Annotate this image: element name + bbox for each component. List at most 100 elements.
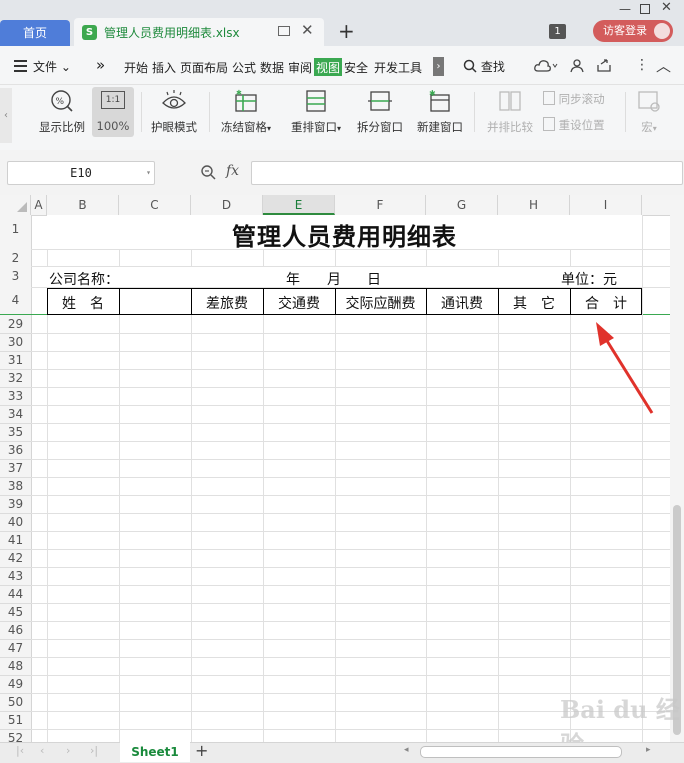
menu-tab-review[interactable]: 审阅 <box>288 59 312 76</box>
row-header[interactable]: 4 <box>0 293 31 307</box>
ribbon-scroll-left-icon[interactable]: ‹ <box>0 88 12 143</box>
menu-tab-insert[interactable]: 插入 <box>152 59 176 76</box>
header-cell[interactable]: 通讯费 <box>426 293 498 313</box>
maximize-icon[interactable] <box>640 4 650 14</box>
row-header[interactable]: 46 <box>0 623 31 637</box>
column-header[interactable]: F <box>335 195 426 215</box>
formula-input[interactable] <box>251 161 683 185</box>
row-header[interactable]: 1 <box>0 222 31 236</box>
new-tab-button[interactable]: + <box>338 19 355 43</box>
share-user-icon[interactable] <box>570 58 585 77</box>
header-cell[interactable]: 交际应酬费 <box>335 293 426 313</box>
row-header[interactable]: 48 <box>0 659 31 673</box>
split-window-button[interactable]: 拆分窗口 <box>352 89 408 135</box>
add-sheet-button[interactable]: + <box>195 741 208 760</box>
column-header[interactable]: G <box>426 195 498 215</box>
sheet-nav-first-icon[interactable]: |‹ <box>16 744 24 757</box>
close-window-icon[interactable]: ✕ <box>661 0 672 15</box>
column-header[interactable]: C <box>119 195 191 215</box>
row-header[interactable]: 44 <box>0 587 31 601</box>
row-header[interactable]: 47 <box>0 641 31 655</box>
row-header[interactable]: 32 <box>0 371 31 385</box>
header-cell[interactable]: 差旅费 <box>191 293 263 313</box>
freeze-panes-button[interactable]: ✱ 冻结窗格▾ <box>216 89 276 135</box>
menu-tab-data[interactable]: 数据 <box>260 59 284 76</box>
row-header[interactable]: 38 <box>0 479 31 493</box>
menu-tab-developer[interactable]: 开发工具 <box>374 59 422 76</box>
file-menu[interactable]: 文件 ⌄ <box>33 58 71 75</box>
row-header[interactable]: 30 <box>0 335 31 349</box>
rearrange-windows-button[interactable]: 重排窗口▾ <box>286 89 346 135</box>
row-header[interactable]: 49 <box>0 677 31 691</box>
row-header[interactable]: 45 <box>0 605 31 619</box>
row-header[interactable]: 36 <box>0 443 31 457</box>
row-header[interactable]: 2 <box>0 251 31 265</box>
eye-mode-button[interactable]: 护眼模式 <box>148 89 200 135</box>
row-header[interactable]: 31 <box>0 353 31 367</box>
select-all-corner[interactable] <box>0 195 31 215</box>
search-button[interactable]: 查找 <box>463 58 505 75</box>
insert-function-icon[interactable]: fx <box>226 163 239 179</box>
document-tab[interactable]: S 管理人员费用明细表.xlsx ✕ <box>74 18 324 46</box>
tab-count-badge[interactable]: 1 <box>549 24 566 39</box>
column-header-selected[interactable]: E <box>263 195 335 215</box>
macro-button[interactable]: 宏▾ <box>632 89 666 135</box>
menu-tab-security[interactable]: 安全 <box>344 59 368 76</box>
sheet-nav-next-icon[interactable]: › <box>66 744 70 757</box>
row-header[interactable]: 3 <box>0 269 31 283</box>
chevron-down-icon[interactable]: ▾ <box>146 162 151 184</box>
column-header[interactable]: I <box>570 195 642 215</box>
scroll-right-icon[interactable]: › <box>433 57 444 76</box>
menu-tab-start[interactable]: 开始 <box>124 59 148 76</box>
column-header[interactable]: H <box>498 195 570 215</box>
guest-login-button[interactable]: 访客登录 <box>593 20 673 42</box>
close-tab-icon[interactable]: ✕ <box>301 21 314 39</box>
column-header[interactable]: D <box>191 195 263 215</box>
column-header[interactable]: B <box>47 195 119 215</box>
company-row-cell[interactable] <box>47 267 642 287</box>
hscroll-left-icon[interactable]: ◂ <box>404 745 409 755</box>
hscroll-right-icon[interactable]: ▸ <box>646 745 651 755</box>
horizontal-scroll-thumb[interactable] <box>420 746 622 758</box>
collapse-ribbon-icon[interactable]: ︿ <box>656 55 671 76</box>
sheet-nav-last-icon[interactable]: ›| <box>90 744 98 757</box>
new-window-button[interactable]: ✱ 新建窗口 <box>412 89 468 135</box>
menu-tab-view[interactable]: 视图 <box>316 59 340 76</box>
row-header[interactable]: 41 <box>0 533 31 547</box>
column-header[interactable]: A <box>31 195 47 215</box>
side-by-side-button[interactable]: 并排比较 <box>482 89 538 135</box>
name-box[interactable]: E10 ▾ <box>7 161 155 185</box>
row-header[interactable]: 37 <box>0 461 31 475</box>
row-header[interactable]: 33 <box>0 389 31 403</box>
row-header[interactable]: 43 <box>0 569 31 583</box>
sync-scroll-button[interactable]: 同步滚动 <box>543 91 605 107</box>
dropdown-caret-icon: ▾ <box>336 124 341 133</box>
header-cell[interactable]: 其 它 <box>498 293 570 313</box>
export-share-icon[interactable] <box>596 58 612 77</box>
cloud-sync-icon[interactable] <box>534 58 558 78</box>
zoom-formula-icon[interactable] <box>200 164 216 184</box>
header-cell[interactable]: 姓 名 <box>47 293 119 313</box>
row-header[interactable]: 29 <box>0 317 31 331</box>
dock-window-icon[interactable] <box>278 26 290 36</box>
header-cell[interactable]: 合 计 <box>570 293 642 313</box>
more-menus-icon[interactable]: » <box>96 56 105 74</box>
menu-tab-page-layout[interactable]: 页面布局 <box>180 59 228 76</box>
row-header[interactable]: 51 <box>0 713 31 727</box>
header-cell[interactable]: 交通费 <box>263 293 335 313</box>
menu-tab-formula[interactable]: 公式 <box>232 59 256 76</box>
sheet-nav-prev-icon[interactable]: ‹ <box>40 744 44 757</box>
row-header[interactable]: 50 <box>0 695 31 709</box>
display-ratio-button[interactable]: % 显示比例 <box>36 89 88 135</box>
row-header[interactable]: 40 <box>0 515 31 529</box>
reset-position-button[interactable]: 重设位置 <box>543 117 605 133</box>
row-header[interactable]: 35 <box>0 425 31 439</box>
home-tab[interactable]: 首页 <box>0 20 70 46</box>
hamburger-icon[interactable] <box>14 60 27 72</box>
row-header[interactable]: 39 <box>0 497 31 511</box>
more-options-icon[interactable]: ⋮ <box>635 57 649 73</box>
sheet-tab-sheet1[interactable]: Sheet1 <box>120 742 190 762</box>
row-header[interactable]: 42 <box>0 551 31 565</box>
minimize-icon[interactable]: — <box>619 2 631 16</box>
row-header[interactable]: 34 <box>0 407 31 421</box>
